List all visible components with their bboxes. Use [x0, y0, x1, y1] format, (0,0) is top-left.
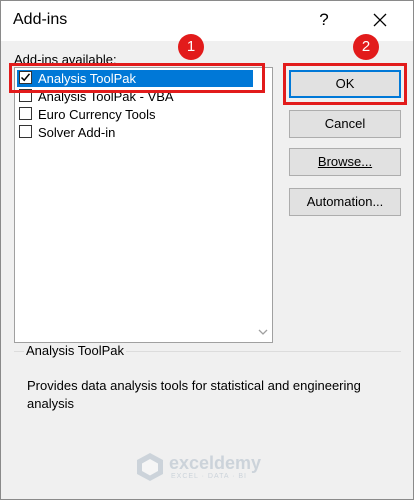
addin-checkbox[interactable] [19, 125, 32, 138]
scroll-down-button[interactable] [255, 324, 271, 340]
automation-label: Automation... [306, 194, 384, 209]
browse-button[interactable]: Browse... [289, 148, 401, 176]
addin-info-title: Analysis ToolPak [24, 343, 127, 358]
add-ins-listbox[interactable]: Analysis ToolPak Analysis ToolPak - VBA … [14, 67, 273, 343]
addin-checkbox[interactable] [19, 107, 32, 120]
watermark-tagline: EXCEL · DATA · BI [171, 473, 247, 480]
close-button[interactable] [367, 7, 393, 33]
annotation-highlight-analysis-toolpak [9, 63, 265, 93]
add-ins-dialog: Add-ins ? Add-ins available: Analysis To… [0, 0, 414, 500]
addin-row-solver-add-in[interactable]: Solver Add-in [17, 124, 253, 141]
annotation-highlight-ok [283, 63, 407, 105]
annotation-badge-2: 2 [353, 34, 379, 60]
addin-row-euro-currency-tools[interactable]: Euro Currency Tools [17, 106, 253, 123]
addin-label: Euro Currency Tools [38, 107, 156, 122]
addin-label: Solver Add-in [38, 125, 116, 140]
exceldemy-watermark: exceldemy EXCEL · DATA · BI [135, 451, 285, 485]
close-icon [373, 13, 387, 27]
exceldemy-logo-icon [137, 453, 163, 481]
cancel-button[interactable]: Cancel [289, 110, 401, 138]
annotation-badge-1: 1 [178, 34, 204, 60]
watermark-brand: exceldemy [169, 453, 262, 473]
automation-button[interactable]: Automation... [289, 188, 401, 216]
title-bar: Add-ins ? [1, 1, 413, 41]
addin-description: Provides data analysis tools for statist… [27, 378, 361, 411]
help-button[interactable]: ? [317, 10, 331, 30]
dialog-title: Add-ins [13, 11, 68, 28]
chevron-down-icon [258, 329, 268, 335]
browse-label: Browse... [317, 154, 373, 169]
addin-info-group: Analysis ToolPak Provides data analysis … [14, 343, 401, 436]
